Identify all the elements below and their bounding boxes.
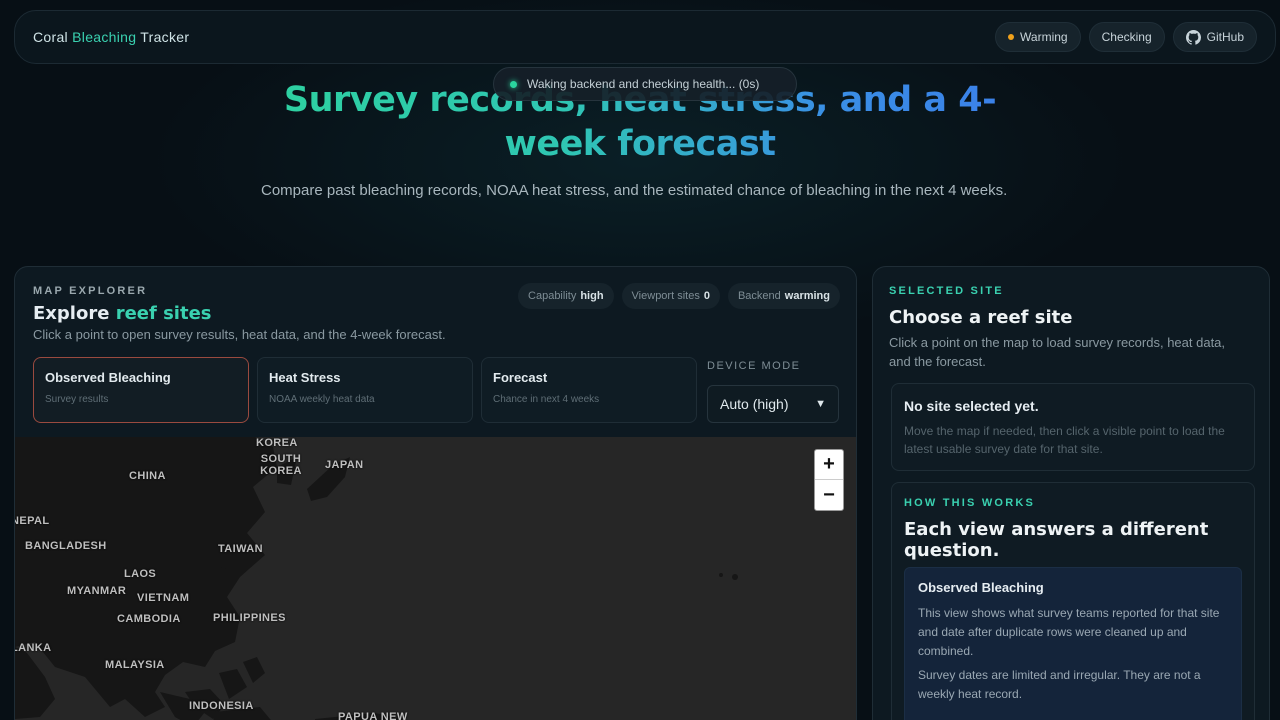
empty-description: Move the map if needed, then click a vis… [904,424,1225,456]
brand-word-2: Bleaching [72,29,137,45]
toast-message: Waking backend and checking health... (0… [527,77,760,91]
side-title: Choose a reef site [889,307,1073,328]
map-label-sri-lanka: LANKA [15,642,52,654]
tab-subtitle: Chance in next 4 weeks [493,394,600,405]
map-label-cambodia: CAMBODIA [117,613,181,625]
how-this-works-card: HOW THIS WORKS Each view answers a diffe… [891,482,1255,720]
chip-value: high [580,290,604,302]
side-kicker: SELECTED SITE [889,285,1004,297]
explainer-paragraph-2: Survey dates are limited and irregular. … [918,668,1201,701]
health-check-toast: Waking backend and checking health... (0… [493,67,797,101]
zoom-in-button[interactable]: + [815,450,843,480]
hero-title-line-2: week forecast [504,124,776,164]
map-label-japan: JAPAN [325,459,364,471]
map-label-bangladesh: BANGLADESH [25,540,107,552]
chip-value: warming [784,290,830,302]
brand-logo[interactable]: Coral Bleaching Tracker [33,29,189,45]
loading-dot-icon [510,80,517,88]
checking-label: Checking [1101,30,1152,44]
map-label-taiwan: TAIWAN [218,543,263,555]
view-tabs: Observed Bleaching Survey results Heat S… [33,357,697,423]
checking-status-pill[interactable]: Checking [1088,22,1165,52]
map-title: Explore reef sites [33,303,212,324]
tab-title: Observed Bleaching [45,370,171,385]
device-mode-label: DEVICE MODE [707,360,801,372]
chip-label: Capability [528,290,577,302]
chip-value: 0 [703,290,710,302]
github-label: GitHub [1206,30,1244,44]
explainer-title: Observed Bleaching [918,580,1044,595]
map-label-china: CHINA [129,470,166,482]
chip-label: Backend [737,290,781,302]
side-description: Click a point on the map to load survey … [889,335,1226,369]
warming-label: Warming [1020,30,1068,44]
tab-title: Heat Stress [269,370,341,385]
chevron-down-icon: ▼ [815,398,826,410]
warming-status-pill[interactable]: Warming [995,22,1081,52]
zoom-out-button[interactable]: − [815,480,843,510]
observed-bleaching-explainer: Observed Bleaching This view shows what … [904,567,1242,720]
empty-title: No site selected yet. [904,398,1039,414]
hero-subtitle: Compare past bleaching records, NOAA hea… [261,182,1008,199]
map-title-part-2: reef sites [115,303,212,324]
explainer-paragraph-1: This view shows what survey teams report… [918,606,1220,658]
map-label-south-korea: SOUTH KOREA [260,453,302,477]
map-title-part-1: Explore [33,303,116,324]
how-title: Each view answers a different question. [904,519,1209,561]
chip-label: Viewport sites [631,290,700,302]
map-label-malaysia: MALAYSIA [105,659,165,671]
tab-heat-stress[interactable]: Heat Stress NOAA weekly heat data [257,357,473,423]
map-explorer-panel: MAP EXPLORER Explore reef sites Click a … [14,266,857,720]
map-label-nepal: NEPAL [15,515,50,527]
how-kicker: HOW THIS WORKS [904,497,1036,509]
status-chips: Capability high Viewport sites 0 Backend wa… [518,283,840,309]
reef-map[interactable]: KOREA SOUTH KOREA JAPAN CHINA NEPAL BANG… [15,437,856,720]
map-label-vietnam: VIETNAM [137,592,190,604]
tab-subtitle: Survey results [45,394,109,405]
github-link[interactable]: GitHub [1172,22,1257,52]
tab-title: Forecast [493,370,548,385]
empty-selection-card: No site selected yet. Move the map if ne… [891,383,1255,471]
selected-site-panel: SELECTED SITE Choose a reef site Click a… [872,266,1270,720]
map-label-philippines: PHILIPPINES [213,612,286,624]
github-icon [1185,29,1201,45]
map-label-indonesia: INDONESIA [189,700,254,712]
map-label-myanmar: MYANMAR [67,585,127,597]
map-kicker: MAP EXPLORER [33,285,148,297]
viewport-sites-chip: Viewport sites 0 [621,283,720,309]
tab-subtitle: NOAA weekly heat data [269,394,375,405]
zoom-control: + − [814,449,844,511]
map-label-laos: LAOS [124,568,157,580]
top-navbar: Coral Bleaching Tracker Warming Checking… [14,10,1276,64]
status-dot-icon [1008,34,1015,40]
device-mode-value: Auto (high) [720,396,789,412]
device-mode-select[interactable]: Auto (high) ▼ [707,385,839,423]
map-label-papua-new-guinea: PAPUA NEW [338,711,408,720]
brand-word-3: Tracker [136,29,190,45]
map-label-korea: KOREA [256,437,298,449]
tab-forecast[interactable]: Forecast Chance in next 4 weeks [481,357,697,423]
backend-chip: Backend warming [727,283,840,309]
map-description: Click a point to open survey results, he… [33,327,446,342]
brand-word-1: Coral [33,29,73,45]
capability-chip: Capability high [518,283,614,309]
tab-observed-bleaching[interactable]: Observed Bleaching Survey results [33,357,249,423]
